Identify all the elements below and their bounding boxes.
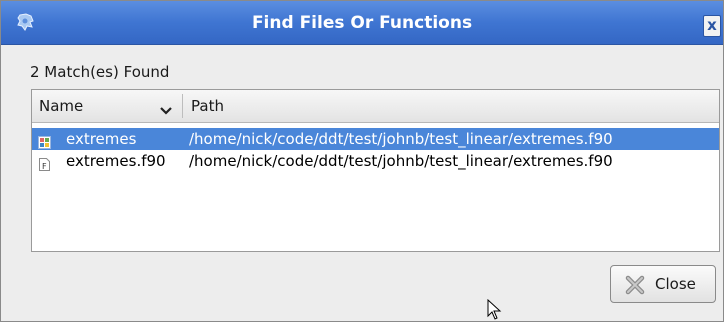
item-path: /home/nick/code/ddt/test/johnb/test_line… <box>189 130 613 148</box>
find-dialog-window: Find Files Or Functions x 2 Match(es) Fo… <box>0 0 724 322</box>
window-title: Find Files Or Functions <box>251 13 473 33</box>
results-list[interactable]: Name Path extremes /home/nick/code/ddt/t… <box>31 89 720 252</box>
column-header-path[interactable]: Path <box>191 90 224 122</box>
title-bar[interactable]: Find Files Or Functions x <box>1 1 723 45</box>
close-button[interactable]: Close <box>610 265 716 303</box>
list-header: Name Path <box>32 90 719 123</box>
close-icon: x <box>707 16 717 34</box>
item-name: extremes <box>66 130 137 148</box>
item-name: extremes.f90 <box>66 152 166 170</box>
window-close-button[interactable]: x <box>703 15 721 37</box>
close-x-icon <box>625 275 645 295</box>
close-button-label: Close <box>655 275 696 293</box>
list-item[interactable]: F extremes.f90 /home/nick/code/ddt/test/… <box>32 150 719 172</box>
column-header-name[interactable]: Name <box>39 90 83 122</box>
sort-chevron-down-icon[interactable] <box>160 101 172 115</box>
column-separator[interactable] <box>182 94 183 118</box>
function-icon <box>38 133 51 149</box>
item-path: /home/nick/code/ddt/test/johnb/test_line… <box>189 152 613 170</box>
fortran-file-icon: F <box>38 155 51 171</box>
list-item[interactable]: extremes /home/nick/code/ddt/test/johnb/… <box>32 128 719 150</box>
svg-text:F: F <box>42 162 47 171</box>
match-count-label: 2 Match(es) Found <box>30 63 170 81</box>
mouse-pointer-icon <box>487 298 503 321</box>
